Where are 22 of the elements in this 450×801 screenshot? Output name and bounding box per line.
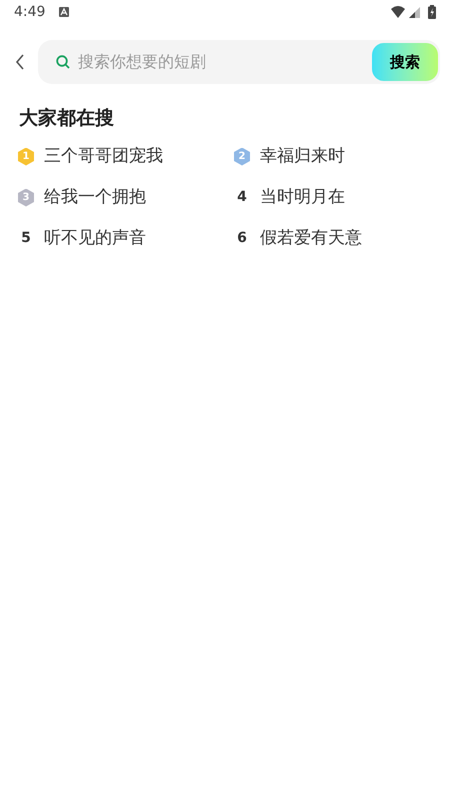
battery-icon [428, 5, 436, 19]
status-time: 4:49 [14, 2, 46, 22]
rank-badge: 2 [234, 148, 250, 166]
wifi-icon [391, 6, 405, 18]
rank-badge: 1 [18, 148, 34, 166]
search-suggestion[interactable]: 三个哥哥团宠我 [44, 144, 163, 170]
search-suggestion[interactable]: 给我一个拥抱 [44, 184, 146, 210]
search-suggestion[interactable]: 假若爱有天意 [260, 226, 362, 252]
rank-number: 4 [236, 188, 248, 207]
search-suggestion[interactable]: 当时明月在 [260, 184, 345, 210]
search-button[interactable]: 搜索 [372, 43, 438, 81]
back-icon [15, 54, 25, 70]
search-suggestion[interactable]: 听不见的声音 [44, 226, 146, 252]
rank-number: 5 [20, 229, 32, 248]
signal-icon [409, 6, 420, 18]
notification-icon [59, 7, 70, 17]
rank-number: 6 [236, 229, 248, 248]
search-suggestion[interactable]: 幸福归来时 [260, 144, 345, 170]
section-title: 大家都在搜 [19, 106, 115, 131]
rank-badge: 3 [18, 188, 34, 206]
search-field[interactable]: 搜索你想要的短剧 搜索 [38, 40, 440, 84]
search-icon [56, 55, 70, 69]
